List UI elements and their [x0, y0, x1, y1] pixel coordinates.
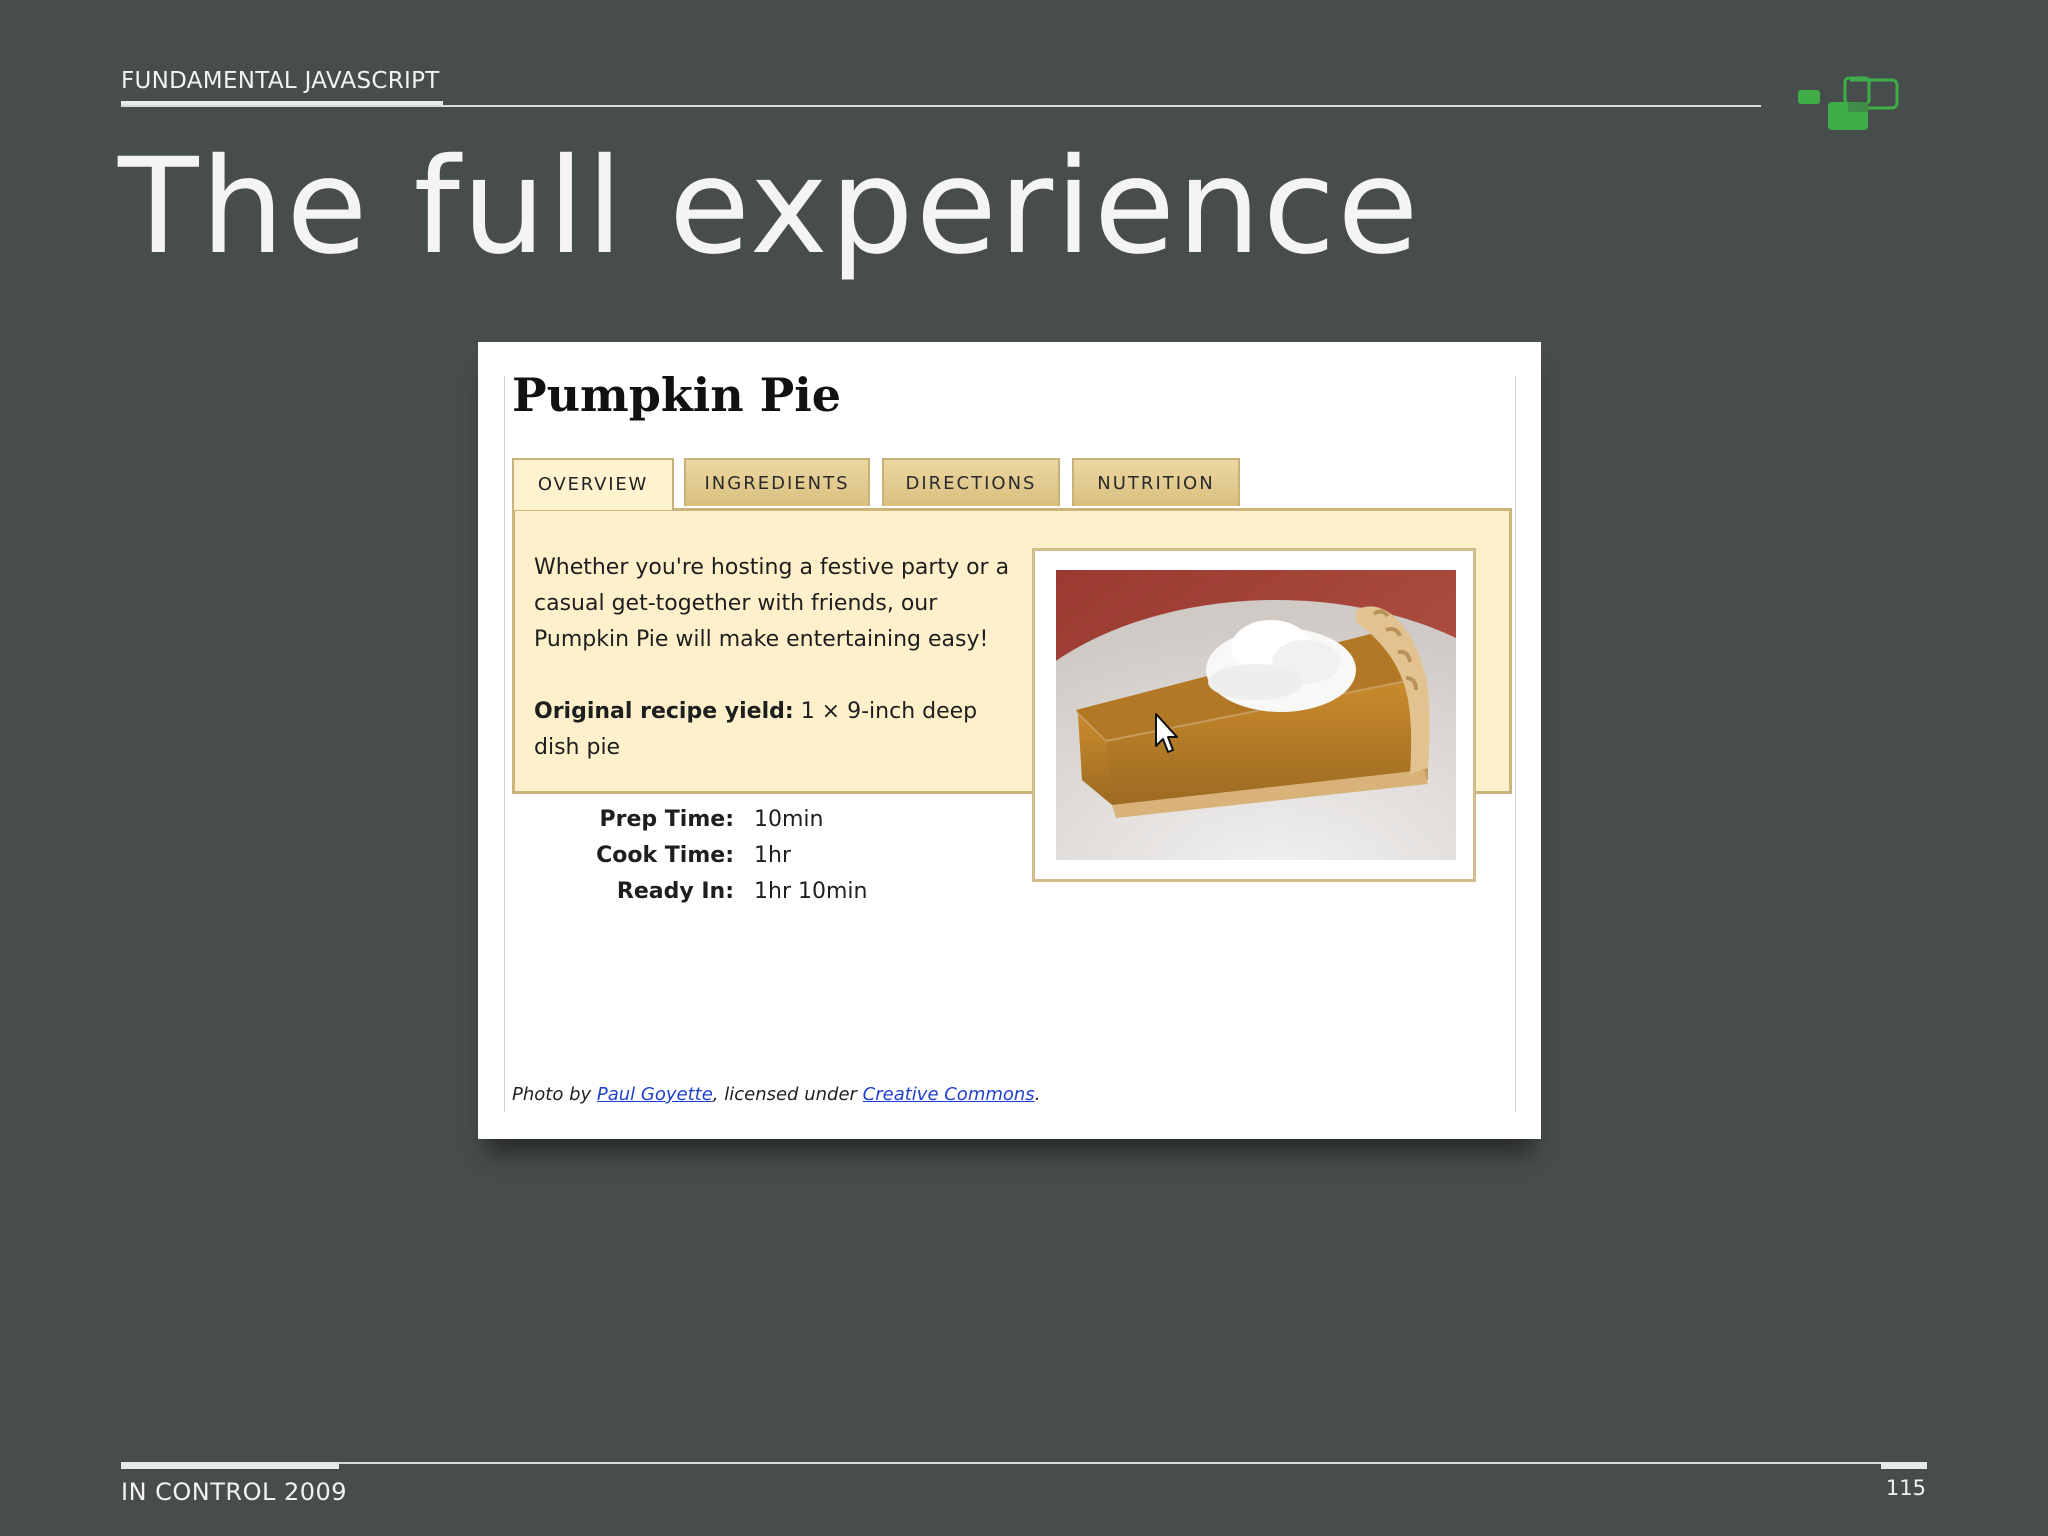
- yield-label: Original recipe yield: [534, 699, 785, 724]
- recipe-title: Pumpkin Pie: [512, 368, 842, 422]
- header-divider: [121, 105, 1761, 107]
- green-squares-logo-icon: [1798, 76, 1899, 130]
- recipe-yield: Original recipe yield: 1 × 9-inch deep d…: [534, 699, 978, 760]
- license-link[interactable]: Creative Commons: [863, 1084, 1035, 1105]
- time-label: Ready In:: [616, 879, 734, 904]
- footer-divider: [121, 1462, 1927, 1464]
- footer-label: IN CONTROL 2009: [121, 1478, 348, 1506]
- tab-overview[interactable]: OVERVIEW: [512, 458, 674, 510]
- slide-title: The full experience: [118, 130, 1421, 284]
- page-number: 115: [1885, 1476, 1926, 1500]
- credit-prefix: Photo by: [512, 1084, 597, 1105]
- time-label: Prep Time:: [599, 807, 735, 832]
- tab-ingredients[interactable]: INGREDIENTS: [684, 458, 870, 506]
- time-value: 1hr 10min: [754, 879, 868, 904]
- tab-nutrition[interactable]: NUTRITION: [1072, 458, 1240, 506]
- page-edge-left: [504, 376, 505, 1112]
- time-label: Cook Time:: [596, 843, 734, 868]
- time-value: 1hr: [754, 843, 791, 868]
- time-value: 10min: [754, 807, 824, 832]
- recipe-description: Whether you're hosting a festive party o…: [534, 555, 1010, 652]
- footer-accent-bar-right: [1881, 1462, 1927, 1469]
- page-edge-right: [1515, 376, 1516, 1112]
- recipe-page-screenshot: Pumpkin Pie OVERVIEW INGREDIENTS DIRECTI…: [478, 342, 1541, 1139]
- footer-accent-bar-left: [121, 1462, 339, 1469]
- pumpkin-pie-photo[interactable]: [1056, 570, 1456, 860]
- credit-suffix: .: [1034, 1084, 1041, 1105]
- slide-header-label: FUNDAMENTAL JAVASCRIPT: [121, 68, 440, 94]
- credit-middle: , licensed under: [712, 1084, 863, 1105]
- mouse-pointer-icon: [1155, 713, 1178, 753]
- author-link[interactable]: Paul Goyette: [597, 1084, 713, 1105]
- photo-credit: Photo by Paul Goyette, licensed under Cr…: [512, 1084, 1040, 1105]
- tab-directions[interactable]: DIRECTIONS: [882, 458, 1060, 506]
